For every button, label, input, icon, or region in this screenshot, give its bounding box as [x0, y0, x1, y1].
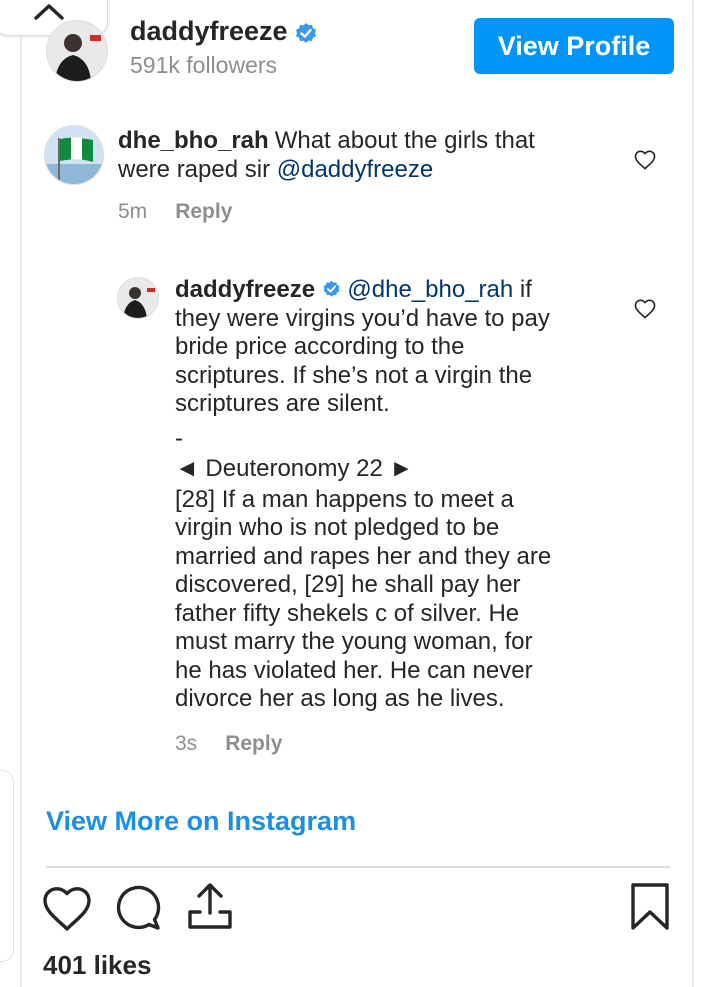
reply-username[interactable]: daddyfreeze — [175, 276, 315, 303]
reply-mention[interactable]: @dhe_bho_rah — [347, 276, 513, 303]
reply-line: virgin who is not pledged to be — [175, 514, 500, 541]
comment-mention[interactable]: @daddyfreeze — [277, 156, 433, 183]
reply-line: - — [175, 424, 183, 452]
reply-line: father fifty shekels c of silver. He — [175, 599, 520, 627]
reply-meta: 3s Reply — [175, 732, 282, 756]
heart-icon[interactable] — [42, 886, 92, 932]
reply-line: scriptures. If she’s not a virgin the — [175, 361, 533, 389]
reply-line: bride price according to the — [175, 333, 465, 360]
comment-time: 5m — [118, 200, 148, 223]
reply-line: [28] If a man happens to meet a — [175, 485, 514, 513]
profile-username[interactable]: daddyfreeze — [130, 16, 288, 47]
post-header: daddyfreeze 591k followers View Profile — [44, 16, 674, 82]
adjacent-card-edge — [0, 770, 14, 962]
view-profile-button[interactable]: View Profile — [474, 18, 674, 74]
followers-count: 591k followers — [130, 52, 278, 78]
view-more-link[interactable]: View More on Instagram — [46, 806, 356, 837]
reply-line: ◄ Deuteronomy 22 ► — [175, 455, 414, 482]
verified-badge-icon — [323, 280, 340, 297]
reply-line: married and rapes her and they are — [175, 542, 552, 570]
reply-line: divorce her as long as he lives. — [175, 685, 505, 712]
reply-text: daddyfreeze @dhe_bho_rah if they were vi… — [175, 276, 635, 714]
comment-meta: 5m Reply — [118, 200, 232, 224]
reply-line: scriptures are silent. — [175, 390, 390, 417]
comment-icon[interactable] — [114, 884, 162, 932]
comment-reply-button[interactable]: Reply — [175, 200, 232, 223]
comment-text: dhe_bho_rah What about the girls that wer… — [118, 126, 588, 184]
reply-line: they were virgins you’d have to pay — [175, 304, 550, 332]
nigeria-flag-avatar — [45, 126, 103, 184]
comment-like-heart-icon[interactable] — [634, 150, 656, 170]
verified-badge-icon — [296, 23, 316, 43]
reply-avatar[interactable] — [117, 277, 159, 319]
reply-line: must marry the young woman, for — [175, 628, 533, 655]
divider — [46, 866, 670, 868]
reply-line: discovered, [29] he shall pay her — [175, 571, 521, 598]
reply-reply-button[interactable]: Reply — [225, 732, 282, 755]
bookmark-icon[interactable] — [630, 882, 670, 932]
reply-time: 3s — [175, 732, 198, 755]
reply-first-line: daddyfreeze @dhe_bho_rah if — [175, 276, 635, 305]
share-icon[interactable] — [186, 880, 234, 930]
comment-username[interactable]: dhe_bho_rah — [118, 127, 269, 154]
reply-like-heart-icon[interactable] — [634, 299, 656, 319]
profile-avatar[interactable] — [46, 20, 108, 82]
card-border-right — [692, 0, 694, 987]
reply-line: he has violated her. He can never — [175, 656, 533, 684]
reply-first-line-rest: if — [519, 276, 532, 303]
avatar-photo — [47, 21, 107, 81]
commenter-avatar[interactable] — [44, 125, 104, 185]
reply-avatar-photo — [118, 278, 158, 318]
likes-count: 401 likes — [43, 950, 152, 980]
card-border-left — [20, 0, 22, 987]
